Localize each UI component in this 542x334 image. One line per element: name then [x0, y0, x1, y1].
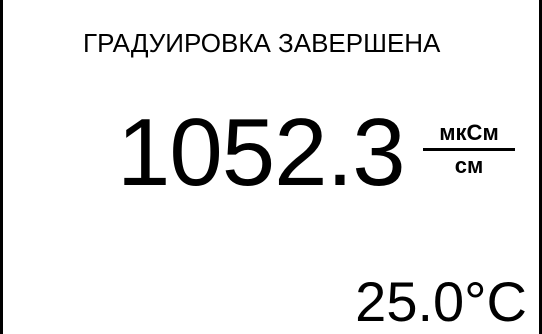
instrument-display: ГРАДУИРОВКА ЗАВЕРШЕНА 1052.3 мкСм см 25.…	[0, 0, 542, 334]
unit-denominator: см	[454, 153, 484, 178]
unit-numerator: мкСм	[439, 120, 499, 145]
conductivity-reading: 1052.3	[117, 99, 406, 206]
unit-fraction-bar	[423, 148, 515, 151]
calibration-status-message: ГРАДУИРОВКА ЗАВЕРШЕНА	[83, 28, 441, 58]
temperature-reading: 25.0°C	[355, 270, 527, 333]
conductivity-unit: мкСм см	[423, 120, 515, 179]
